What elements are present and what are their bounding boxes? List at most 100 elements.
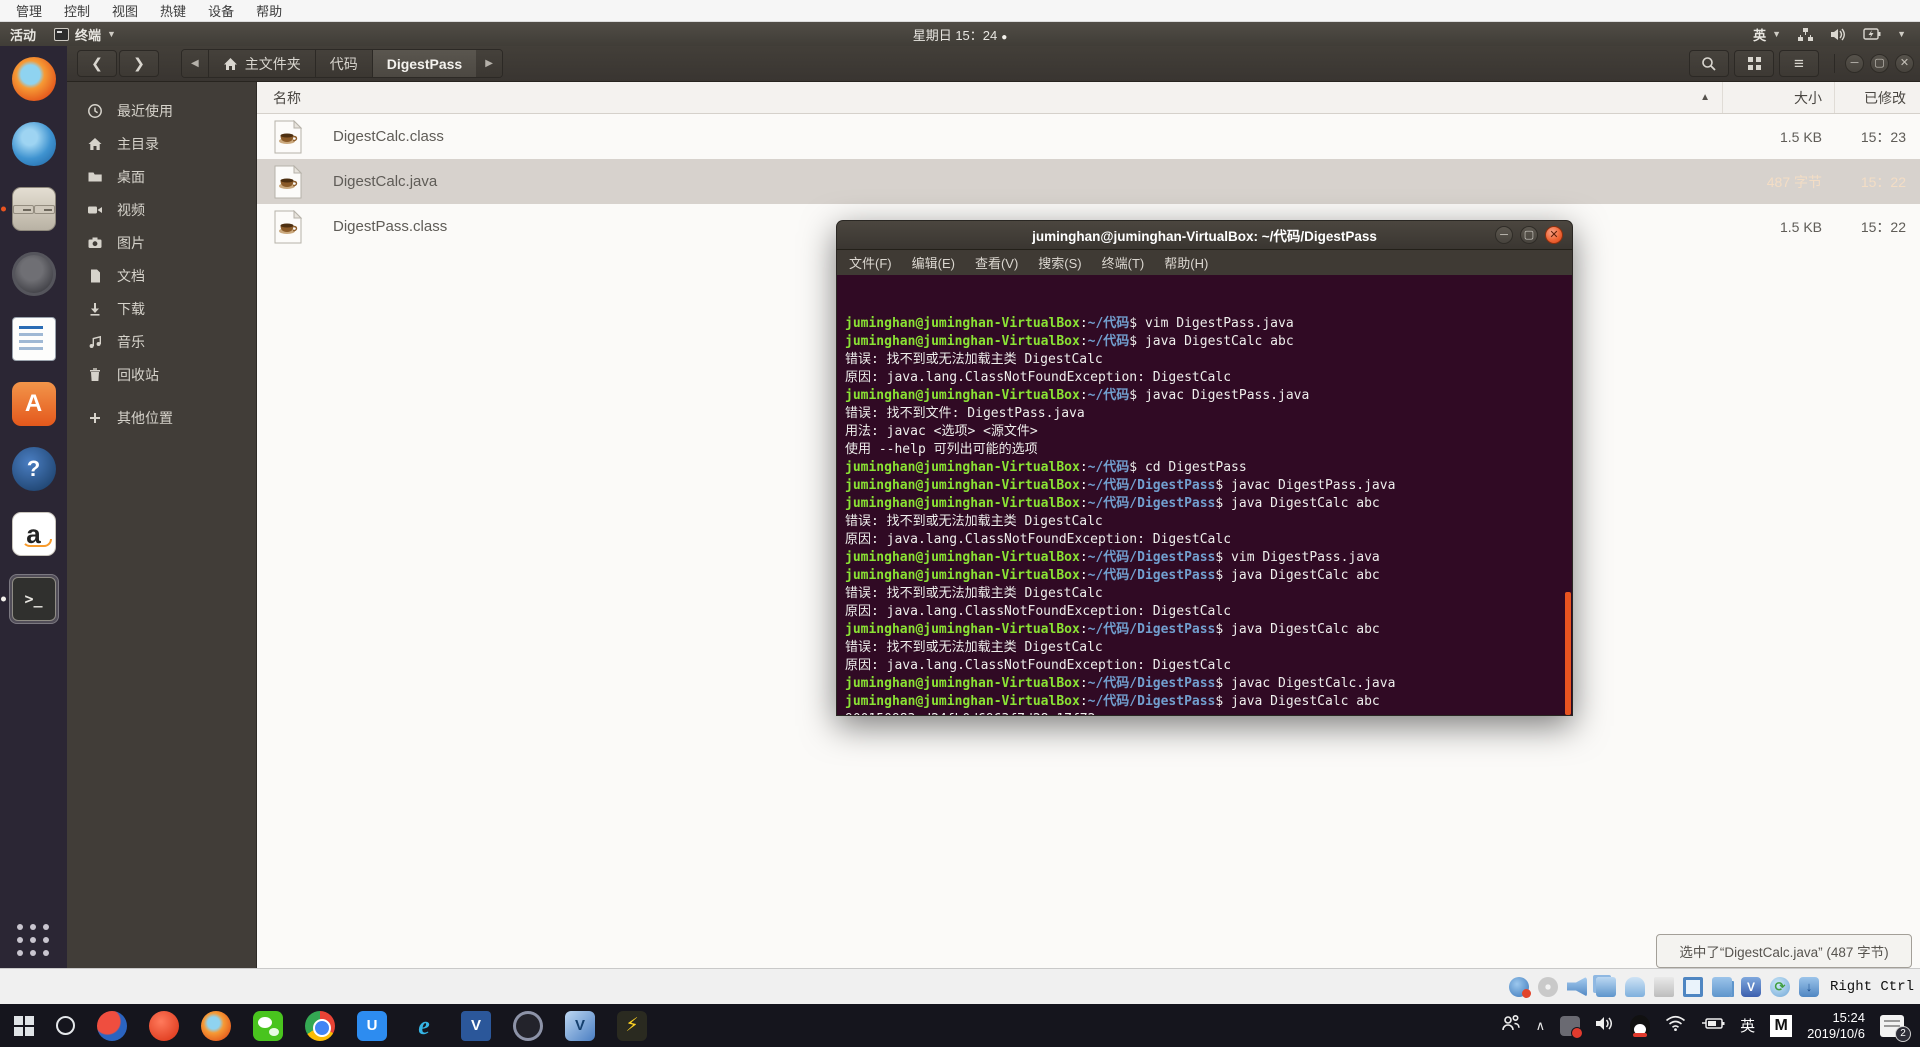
- view-toggle-button[interactable]: [1734, 50, 1774, 77]
- minimize-button[interactable]: ─: [1845, 54, 1864, 73]
- menu-button[interactable]: ≡: [1779, 50, 1819, 77]
- taskbar-app-six[interactable]: [149, 1011, 179, 1041]
- vbox-menu-6[interactable]: 帮助: [246, 0, 292, 22]
- cortana-button[interactable]: [56, 1016, 75, 1035]
- vbox-menu-5[interactable]: 设备: [198, 0, 244, 22]
- mouse-integration-icon[interactable]: ⟳: [1770, 977, 1790, 997]
- taskbar-app-v[interactable]: V: [461, 1011, 491, 1041]
- dock-item-files[interactable]: [9, 184, 59, 234]
- terminal-menu-6[interactable]: 帮助(H): [1164, 253, 1208, 272]
- table-row[interactable]: DigestCalc.class1.5 KB15：23: [257, 114, 1920, 159]
- tray-app-icon[interactable]: [1560, 1016, 1580, 1036]
- activities-button[interactable]: 活动: [10, 25, 36, 44]
- sidebar-item-10[interactable]: 其他位置: [67, 401, 256, 434]
- network-adapters-icon[interactable]: [1596, 977, 1616, 997]
- hdd-icon[interactable]: [1509, 977, 1529, 997]
- path-segment-1[interactable]: 主文件夹: [209, 50, 316, 77]
- show-applications-button[interactable]: [17, 924, 51, 958]
- clock-label[interactable]: 星期日 15：24: [913, 28, 998, 43]
- scrollbar-thumb[interactable]: [1565, 592, 1571, 715]
- path-scroll-left-button[interactable]: ◀: [182, 50, 209, 77]
- column-header-size[interactable]: 大小: [1722, 82, 1834, 113]
- vbox-menu-4[interactable]: 热键: [150, 0, 196, 22]
- wifi-icon[interactable]: [1665, 1015, 1686, 1036]
- app-menu-button[interactable]: 终端 ▼: [54, 25, 116, 44]
- terminal-scrollbar[interactable]: [1564, 275, 1572, 715]
- terminal-menu-1[interactable]: 文件(F): [849, 253, 892, 272]
- network-icon[interactable]: [1797, 27, 1814, 42]
- taskbar-app-wechat[interactable]: [253, 1011, 283, 1041]
- close-button[interactable]: ✕: [1895, 54, 1914, 73]
- display-icon[interactable]: [1683, 977, 1703, 997]
- dock-item-amazon[interactable]: a: [9, 509, 59, 559]
- sidebar-item-3[interactable]: 桌面: [67, 160, 256, 193]
- cd-icon[interactable]: [1538, 977, 1558, 997]
- terminal-menu-2[interactable]: 编辑(E): [912, 253, 955, 272]
- sidebar-item-9[interactable]: 回收站: [67, 358, 256, 391]
- dock-item-help[interactable]: ?: [9, 444, 59, 494]
- taskbar-app-u[interactable]: U: [357, 1011, 387, 1041]
- terminal-menu-4[interactable]: 搜索(S): [1038, 253, 1081, 272]
- hidden-icons-chevron[interactable]: ∧: [1536, 1018, 1546, 1034]
- action-center-button[interactable]: 2: [1880, 1015, 1904, 1037]
- dock-item-rhythmbox[interactable]: [9, 249, 59, 299]
- taskbar-clock[interactable]: 15:24 2019/10/6: [1807, 1010, 1865, 1042]
- qq-icon[interactable]: [1630, 1015, 1650, 1037]
- taskbar-app-media[interactable]: [513, 1011, 543, 1041]
- forward-button[interactable]: ❯: [119, 50, 159, 77]
- search-button[interactable]: [1689, 50, 1729, 77]
- recording-icon[interactable]: [1712, 977, 1732, 997]
- taskbar-app-bolt[interactable]: ⚡: [617, 1011, 647, 1041]
- taskbar-app-game[interactable]: [97, 1011, 127, 1041]
- usb-icon[interactable]: [1625, 977, 1645, 997]
- column-header-name[interactable]: 名称 ▲: [257, 88, 1722, 108]
- terminal-menu-5[interactable]: 终端(T): [1102, 253, 1145, 272]
- audio-icon[interactable]: [1567, 977, 1587, 997]
- sidebar-item-8[interactable]: 音乐: [67, 325, 256, 358]
- taskbar-app-chrome[interactable]: [305, 1011, 335, 1041]
- vbox-menu-1[interactable]: 管理: [6, 0, 52, 22]
- vbox-menu-3[interactable]: 视图: [102, 0, 148, 22]
- volume-icon[interactable]: [1830, 27, 1847, 42]
- minimize-button[interactable]: ─: [1495, 226, 1513, 244]
- taskbar-app-vbox[interactable]: V: [565, 1011, 595, 1041]
- start-button[interactable]: [14, 1016, 34, 1036]
- vbox-menu-2[interactable]: 控制: [54, 0, 100, 22]
- input-language-indicator[interactable]: 英: [1740, 1015, 1755, 1036]
- back-button[interactable]: ❮: [77, 50, 117, 77]
- sidebar-item-2[interactable]: 主目录: [67, 127, 256, 160]
- chevron-down-icon[interactable]: ▼: [1897, 29, 1906, 39]
- dock-item-terminal[interactable]: >_: [9, 574, 59, 624]
- terminal-output[interactable]: juminghan@juminghan-VirtualBox:~/代码$ vim…: [836, 275, 1573, 716]
- path-scroll-right-button[interactable]: ▶: [476, 50, 502, 77]
- close-button[interactable]: ✕: [1545, 226, 1563, 244]
- sidebar-item-7[interactable]: 下载: [67, 292, 256, 325]
- maximize-button[interactable]: ▢: [1520, 226, 1538, 244]
- dock-item-libreoffice-writer[interactable]: [9, 314, 59, 364]
- dock-item-thunderbird[interactable]: [9, 119, 59, 169]
- people-icon[interactable]: [1501, 1014, 1521, 1037]
- maximize-button[interactable]: ▢: [1870, 54, 1889, 73]
- shared-folder-icon[interactable]: [1654, 977, 1674, 997]
- host-menu-icon[interactable]: ↓: [1799, 977, 1819, 997]
- terminal-titlebar[interactable]: juminghan@juminghan-VirtualBox: ~/代码/Dig…: [836, 220, 1573, 250]
- table-row[interactable]: DigestCalc.java487 字节15：22: [257, 159, 1920, 204]
- sidebar-item-6[interactable]: 文档: [67, 259, 256, 292]
- battery-icon[interactable]: [1701, 1016, 1725, 1036]
- keyboard-layout-indicator[interactable]: 英: [1753, 25, 1766, 44]
- battery-icon[interactable]: [1863, 27, 1881, 41]
- taskbar-app-firefox[interactable]: [201, 1011, 231, 1041]
- ime-mode-indicator[interactable]: M: [1770, 1015, 1792, 1037]
- virtualization-icon[interactable]: V: [1741, 977, 1761, 997]
- column-header-modified[interactable]: 已修改: [1834, 82, 1920, 113]
- path-segment-2[interactable]: 代码: [316, 50, 373, 77]
- terminal-menu-3[interactable]: 查看(V): [975, 253, 1018, 272]
- sidebar-item-4[interactable]: 视频: [67, 193, 256, 226]
- volume-icon[interactable]: [1595, 1015, 1615, 1037]
- path-segment-3[interactable]: DigestPass: [373, 50, 476, 77]
- sidebar-item-5[interactable]: 图片: [67, 226, 256, 259]
- sidebar-item-1[interactable]: 最近使用: [67, 94, 256, 127]
- taskbar-app-ie[interactable]: e: [409, 1011, 439, 1041]
- dock-item-ubuntu-software[interactable]: A: [9, 379, 59, 429]
- dock-item-firefox[interactable]: [9, 54, 59, 104]
